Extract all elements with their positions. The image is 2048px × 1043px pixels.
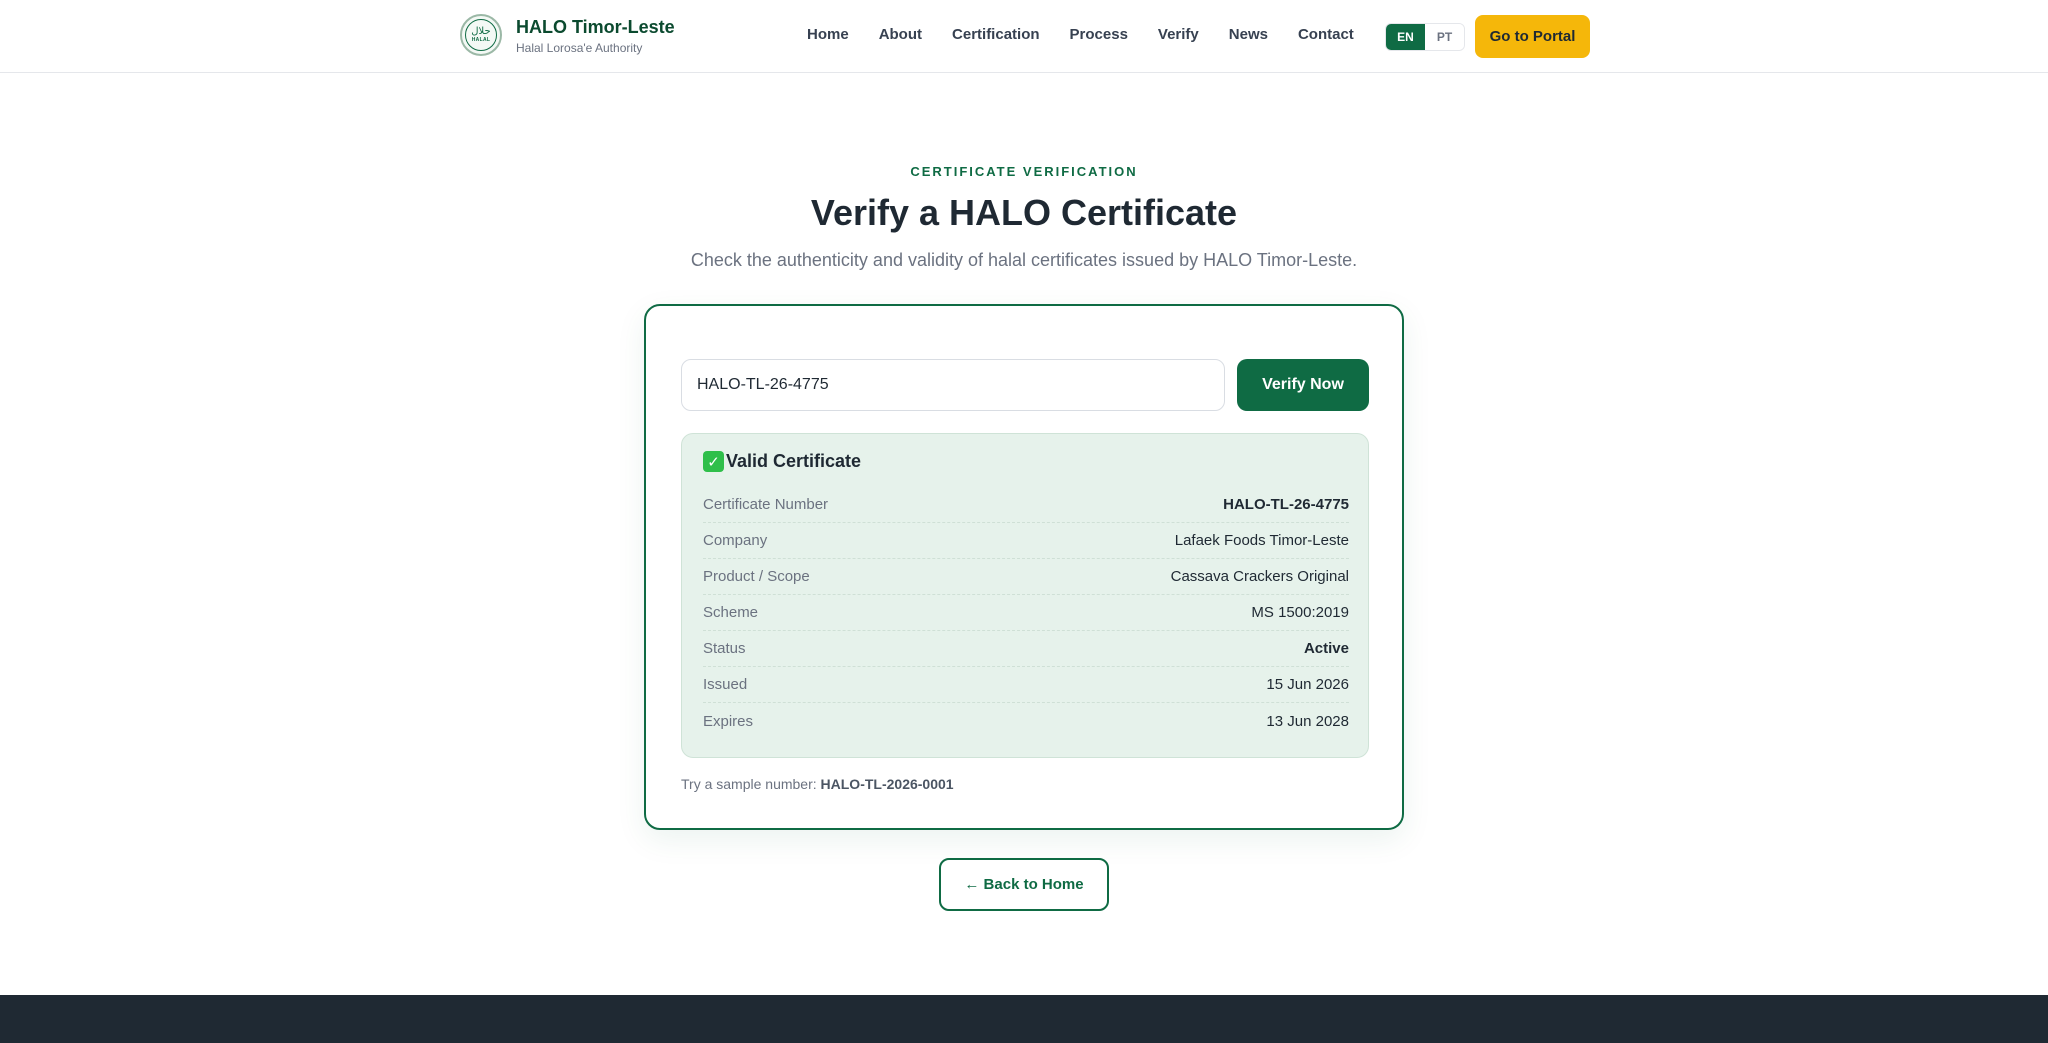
detail-row: Expires 13 Jun 2028	[703, 703, 1349, 739]
lang-en-button[interactable]: EN	[1386, 24, 1425, 50]
sample-hint: Try a sample number: HALO-TL-2026-0001	[681, 776, 954, 792]
result-title: Valid Certificate	[726, 451, 862, 471]
section-eyebrow: CERTIFICATE VERIFICATION	[910, 164, 1138, 179]
nav-home[interactable]: Home	[807, 26, 849, 43]
page-title: Verify a HALO Certificate	[810, 192, 1238, 233]
certificate-number-input[interactable]	[681, 359, 1225, 411]
nav-about[interactable]: About	[879, 26, 922, 43]
detail-label: Company	[703, 532, 768, 549]
detail-value: Cassava Crackers Original	[1170, 568, 1349, 585]
result-details: Certificate Number HALO-TL-26-4775 Compa…	[703, 487, 1349, 739]
result-header: ✓ Valid Certificate	[703, 451, 861, 472]
detail-value: HALO-TL-26-4775	[1223, 496, 1349, 513]
detail-label: Scheme	[703, 604, 759, 621]
brand-link[interactable]: حلال HALAL HALO Timor-Leste Halal Lorosa…	[460, 14, 675, 56]
detail-row: Issued 15 Jun 2026	[703, 667, 1349, 703]
verify-card: Verify Now ✓ Valid Certificate Certifica…	[644, 304, 1404, 830]
halal-logo-icon: حلال HALAL	[460, 14, 502, 56]
detail-row: Certificate Number HALO-TL-26-4775	[703, 487, 1349, 523]
check-mark-icon: ✓	[703, 451, 724, 472]
detail-label: Expires	[703, 712, 754, 730]
site-footer	[0, 995, 2048, 1043]
nav-news[interactable]: News	[1229, 26, 1268, 43]
status-value: Active	[1303, 640, 1349, 657]
nav-contact[interactable]: Contact	[1298, 26, 1354, 43]
brand-title: HALO Timor-Leste	[516, 16, 675, 37]
back-to-home-button[interactable]: ← Back to Home	[939, 858, 1109, 911]
nav-verify[interactable]: Verify	[1158, 26, 1199, 43]
go-to-portal-button[interactable]: Go to Portal	[1475, 15, 1590, 58]
verify-now-button[interactable]: Verify Now	[1237, 359, 1369, 411]
detail-label: Issued	[703, 676, 748, 693]
main-nav: Home About Certification Process Verify …	[807, 26, 1384, 43]
sample-hint-prefix: Try a sample number:	[681, 776, 817, 792]
detail-label: Status	[703, 640, 746, 657]
page-subtitle: Check the authenticity and validity of h…	[690, 250, 1358, 270]
detail-value: MS 1500:2019	[1251, 604, 1349, 621]
detail-row: Company Lafaek Foods Timor-Leste	[703, 523, 1349, 559]
detail-row: Status Active	[703, 631, 1349, 667]
brand-subtitle: Halal Lorosa'e Authority	[516, 40, 643, 55]
logo-arabic-text: حلال	[471, 26, 491, 37]
detail-label: Certificate Number	[703, 496, 829, 513]
language-switcher: EN PT	[1385, 23, 1465, 51]
detail-value: 15 Jun 2026	[1266, 676, 1349, 693]
nav-process[interactable]: Process	[1070, 26, 1128, 43]
site-header: حلال HALAL HALO Timor-Leste Halal Lorosa…	[0, 0, 2048, 73]
detail-row: Scheme MS 1500:2019	[703, 595, 1349, 631]
nav-certification[interactable]: Certification	[952, 26, 1040, 43]
sample-number-link[interactable]: HALO-TL-2026-0001	[821, 776, 954, 792]
verification-result-panel: ✓ Valid Certificate Certificate Number H…	[681, 433, 1369, 758]
detail-value: Lafaek Foods Timor-Leste	[1174, 532, 1349, 549]
detail-value: 13 Jun 2028	[1266, 712, 1349, 730]
detail-row: Product / Scope Cassava Crackers Origina…	[703, 559, 1349, 595]
lang-pt-button[interactable]: PT	[1425, 24, 1464, 50]
detail-label: Product / Scope	[703, 568, 810, 585]
logo-latin-text: HALAL	[471, 37, 491, 43]
